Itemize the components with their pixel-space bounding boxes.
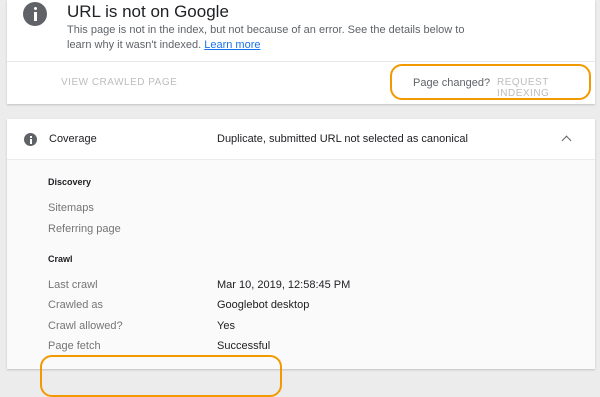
- page-fetch-label: Page fetch: [48, 340, 101, 352]
- discovery-heading: Discovery: [48, 177, 92, 187]
- last-crawl-value: Mar 10, 2019, 12:58:45 PM: [217, 279, 351, 291]
- coverage-header[interactable]: Coverage Duplicate, submitted URL not se…: [7, 119, 595, 159]
- coverage-label: Coverage: [49, 133, 97, 145]
- page-fetch-value: Successful: [217, 340, 271, 352]
- last-crawl-label: Last crawl: [48, 279, 98, 291]
- crawled-as-value: Googlebot desktop: [217, 299, 310, 311]
- crawl-allowed-label: Crawl allowed?: [48, 320, 123, 332]
- chevron-up-icon[interactable]: [561, 135, 572, 146]
- coverage-details: Discovery Sitemaps Referring page Crawl …: [7, 159, 595, 397]
- crawl-allowed-value: Yes: [217, 320, 235, 332]
- view-crawled-page-button[interactable]: VIEW CRAWLED PAGE: [61, 77, 177, 88]
- status-title: URL is not on Google: [67, 2, 229, 21]
- coverage-value: Duplicate, submitted URL not selected as…: [217, 133, 468, 145]
- referring-page-label: Referring page: [48, 223, 121, 235]
- status-description: This page is not in the index, but not b…: [67, 23, 487, 53]
- page-changed-text: Page changed?: [413, 77, 491, 89]
- sitemaps-label: Sitemaps: [48, 202, 94, 214]
- crawled-as-label: Crawled as: [48, 299, 104, 311]
- highlight-box-crawl: [40, 355, 282, 397]
- url-status-card: URL is not on Google This page is not in…: [7, 0, 595, 104]
- info-icon: [23, 2, 47, 26]
- status-description-text: This page is not in the index, but not b…: [67, 24, 465, 51]
- request-indexing-button[interactable]: REQUEST INDEXING: [497, 77, 595, 99]
- card-divider: [7, 61, 595, 62]
- learn-more-link[interactable]: Learn more: [204, 39, 260, 51]
- info-icon: [24, 133, 37, 146]
- coverage-card: Coverage Duplicate, submitted URL not se…: [7, 119, 595, 397]
- crawl-heading: Crawl: [48, 254, 73, 264]
